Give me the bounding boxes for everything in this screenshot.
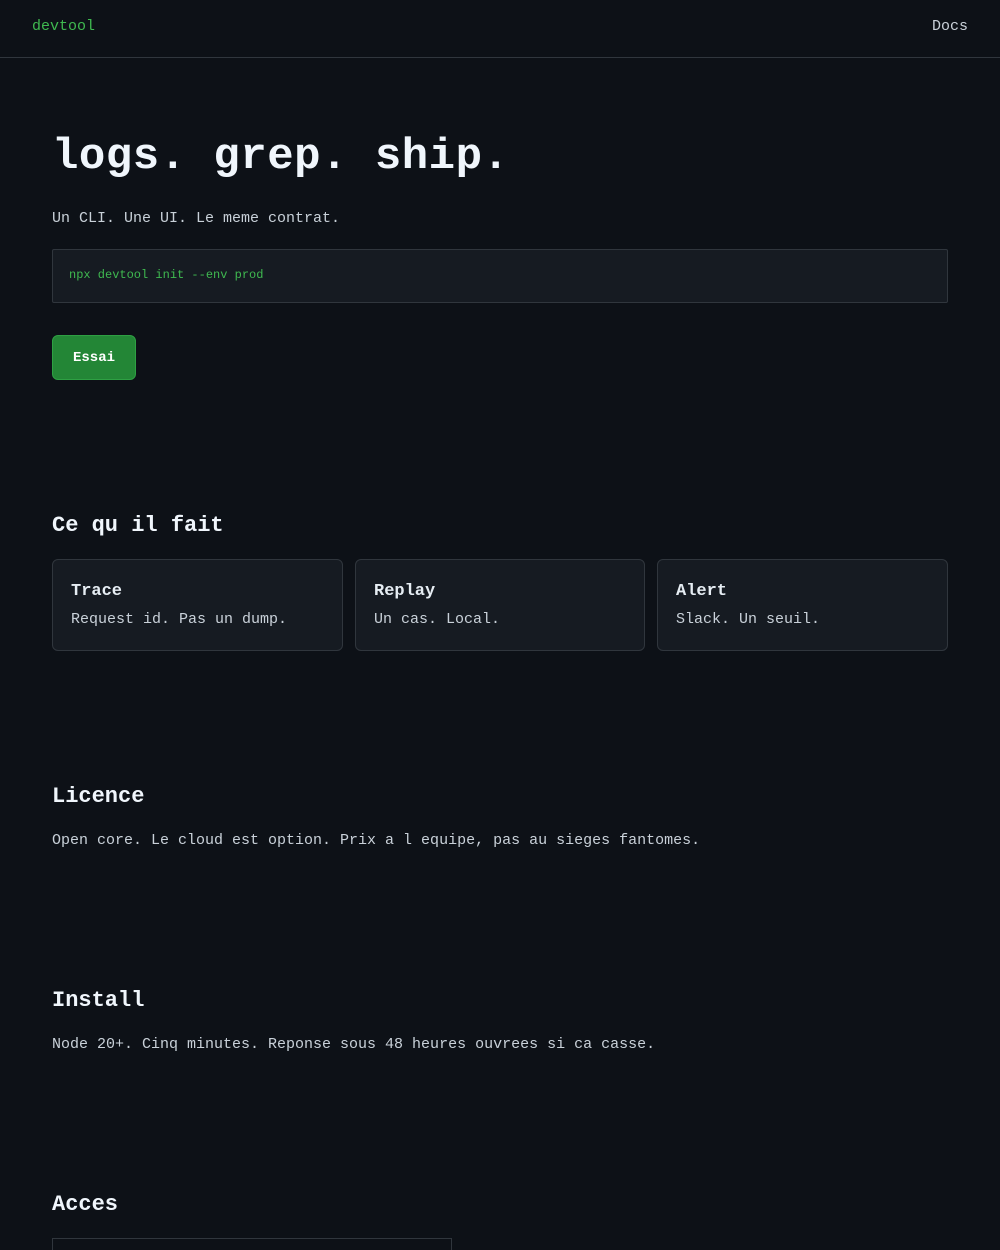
install-command-block[interactable]: npx devtool init --env prod [52, 249, 948, 303]
feature-card-title: Replay [374, 582, 436, 601]
license-text: Open core. Le cloud est option. Prix a l… [52, 832, 701, 849]
feature-card-title: Trace [71, 582, 123, 601]
access-heading: Acces [52, 1192, 119, 1217]
access-box[interactable] [52, 1238, 452, 1250]
feature-card-trace: Trace Request id. Pas un dump. [52, 559, 343, 651]
install-text: Node 20+. Cinq minutes. Reponse sous 48 … [52, 1036, 656, 1053]
feature-card-desc: Slack. Un seuil. [676, 611, 821, 628]
feature-card-alert: Alert Slack. Un seuil. [657, 559, 948, 651]
hero-subtitle: Un CLI. Une UI. Le meme contrat. [52, 210, 341, 227]
features-heading: Ce qu il fait [52, 513, 224, 538]
install-heading: Install [52, 988, 145, 1013]
top-nav-bar: devtool Docs [0, 0, 1000, 58]
feature-card-desc: Request id. Pas un dump. [71, 611, 288, 628]
feature-card-title: Alert [676, 582, 728, 601]
trial-button[interactable]: Essai [52, 335, 136, 380]
license-heading: Licence [52, 784, 145, 809]
feature-card-desc: Un cas. Local. [374, 611, 501, 628]
feature-card-replay: Replay Un cas. Local. [355, 559, 645, 651]
brand-logo[interactable]: devtool [32, 18, 95, 35]
hero-title: logs. grep. ship. [52, 132, 510, 182]
install-command[interactable]: npx devtool init --env prod [69, 268, 263, 282]
nav-link-docs[interactable]: Docs [932, 18, 968, 35]
